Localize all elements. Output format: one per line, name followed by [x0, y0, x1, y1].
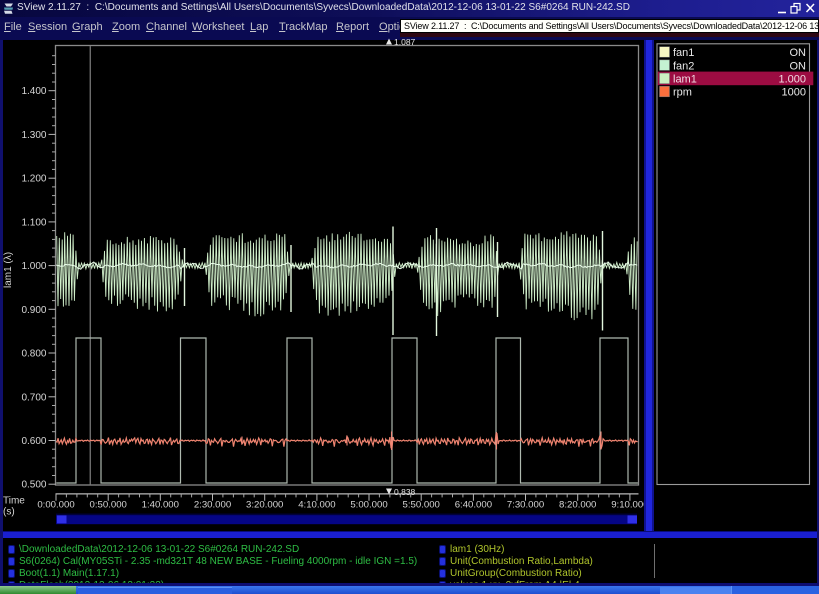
- svg-text:1.000: 1.000: [21, 261, 46, 272]
- svg-text:6:40.000: 6:40.000: [455, 500, 492, 511]
- svg-text:ON: ON: [790, 60, 807, 72]
- svg-text:1.200: 1.200: [21, 174, 46, 185]
- svg-text:0:00.000: 0:00.000: [37, 500, 74, 511]
- svg-text:0.500: 0.500: [21, 480, 46, 491]
- svg-text:0.800: 0.800: [21, 349, 46, 360]
- svg-text:1.100: 1.100: [21, 217, 46, 228]
- svg-text:0:50.000: 0:50.000: [90, 500, 127, 511]
- svg-text:rpm: rpm: [673, 87, 692, 99]
- svg-text:0.900: 0.900: [21, 305, 46, 316]
- svg-text:1.300: 1.300: [21, 130, 46, 141]
- svg-text:(s): (s): [3, 507, 15, 518]
- svg-text:3:20.000: 3:20.000: [246, 500, 283, 511]
- svg-text:5:00.000: 5:00.000: [350, 500, 387, 511]
- svg-text:4:10.000: 4:10.000: [298, 500, 335, 511]
- svg-text:1:40.000: 1:40.000: [142, 500, 179, 511]
- svg-text:Time: Time: [3, 496, 25, 507]
- svg-text:2:30.000: 2:30.000: [194, 500, 231, 511]
- svg-text:0.700: 0.700: [21, 392, 46, 403]
- svg-text:5:50.000: 5:50.000: [403, 500, 440, 511]
- svg-text:fan1: fan1: [673, 47, 694, 59]
- svg-text:0.600: 0.600: [21, 436, 46, 447]
- svg-text:lam1: lam1: [673, 74, 697, 86]
- svg-text:1.000: 1.000: [778, 74, 806, 86]
- svg-text:ON: ON: [790, 47, 807, 59]
- svg-text:fan2: fan2: [673, 60, 694, 72]
- svg-text:1.087: 1.087: [394, 37, 416, 47]
- svg-text:lam1 (λ): lam1 (λ): [3, 252, 14, 288]
- svg-text:1000: 1000: [782, 87, 806, 99]
- svg-text:1.400: 1.400: [21, 86, 46, 97]
- svg-text:8:20.000: 8:20.000: [559, 500, 596, 511]
- svg-text:7:30.000: 7:30.000: [507, 500, 544, 511]
- svg-text:0.838: 0.838: [394, 487, 416, 497]
